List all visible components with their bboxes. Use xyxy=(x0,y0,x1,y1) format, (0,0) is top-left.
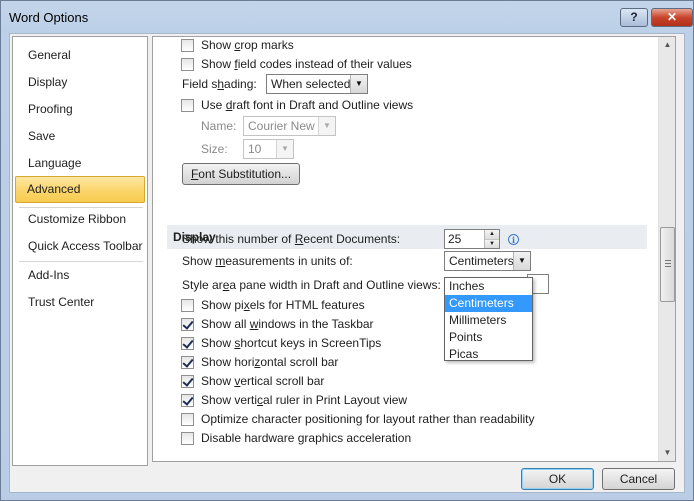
measurement-units-select[interactable]: Centimeters ▼ xyxy=(444,251,531,271)
crop-marks-checkbox[interactable] xyxy=(181,39,194,52)
measurement-units-dropdown: Inches Centimeters Millimeters Points Pi… xyxy=(444,277,533,361)
advanced-options-panel: Show crop marks Show field codes instead… xyxy=(152,36,676,462)
scrollbar-thumb[interactable] xyxy=(660,227,675,302)
info-icon: i xyxy=(508,234,519,245)
vertical-scrollbar-checkbox[interactable] xyxy=(181,375,194,388)
ok-button[interactable]: OK xyxy=(521,468,594,490)
hardware-acceleration-checkbox[interactable] xyxy=(181,432,194,445)
options-sidebar: General Display Proofing Save Language A… xyxy=(12,36,148,466)
draft-font-checkbox[interactable] xyxy=(181,99,194,112)
chevron-down-icon: ▼ xyxy=(513,252,530,270)
dropdown-option-points[interactable]: Points xyxy=(445,329,532,346)
recent-documents-spinner[interactable]: 25 ▲ ▼ xyxy=(444,229,500,249)
sidebar-item-save[interactable]: Save xyxy=(15,123,145,149)
draft-font-name-label: Name: xyxy=(201,119,237,133)
sidebar-item-language[interactable]: Language xyxy=(15,150,145,176)
horizontal-scrollbar-checkbox[interactable] xyxy=(181,356,194,369)
scroll-up-icon[interactable]: ▲ xyxy=(660,37,675,53)
draft-font-size-select: 10 ▼ xyxy=(243,139,294,159)
font-substitution-button[interactable]: Font Substitution... xyxy=(182,163,300,185)
sidebar-item-trust-center[interactable]: Trust Center xyxy=(15,289,145,315)
window-title: Word Options xyxy=(9,10,89,25)
draft-font-name-select: Courier New ▼ xyxy=(243,116,336,136)
dropdown-option-centimeters[interactable]: Centimeters xyxy=(445,295,532,312)
sidebar-item-advanced[interactable]: Advanced xyxy=(15,176,145,203)
sidebar-item-customize-ribbon[interactable]: Customize Ribbon xyxy=(15,206,145,232)
chevron-down-icon: ▼ xyxy=(318,117,335,135)
draft-font-size-label: Size: xyxy=(201,142,228,156)
spin-up-icon[interactable]: ▲ xyxy=(484,230,499,239)
dialog-client: General Display Proofing Save Language A… xyxy=(9,33,685,493)
field-shading-label: Field shading: xyxy=(182,77,257,91)
help-button[interactable]: ? xyxy=(620,8,648,27)
recent-documents-label: Show this number of Recent Documents: xyxy=(182,232,401,246)
vertical-scrollbar[interactable]: ▲ ▼ xyxy=(658,37,675,461)
dropdown-option-millimeters[interactable]: Millimeters xyxy=(445,312,532,329)
close-button[interactable]: ✕ xyxy=(651,8,693,27)
sidebar-item-quick-access-toolbar[interactable]: Quick Access Toolbar xyxy=(15,233,145,259)
title-bar: Word Options ? ✕ xyxy=(1,1,693,33)
sidebar-item-add-ins[interactable]: Add-Ins xyxy=(15,262,145,288)
sidebar-item-general[interactable]: General xyxy=(15,42,145,68)
taskbar-windows-checkbox[interactable] xyxy=(181,318,194,331)
chevron-down-icon: ▼ xyxy=(276,140,293,158)
measurement-units-label: Show measurements in units of: xyxy=(182,254,353,268)
cancel-button[interactable]: Cancel xyxy=(602,468,675,490)
sidebar-item-display[interactable]: Display xyxy=(15,69,145,95)
spin-down-icon[interactable]: ▼ xyxy=(484,239,499,248)
field-shading-select[interactable]: When selected ▼ xyxy=(266,74,368,94)
shortcut-keys-checkbox[interactable] xyxy=(181,337,194,350)
style-area-label: Style area pane width in Draft and Outli… xyxy=(182,278,441,292)
word-options-window: Word Options ? ✕ General Display Proofin… xyxy=(0,0,694,501)
dropdown-option-inches[interactable]: Inches xyxy=(445,278,532,295)
scroll-down-icon[interactable]: ▼ xyxy=(660,445,675,461)
dropdown-option-picas[interactable]: Picas xyxy=(445,346,532,363)
chevron-down-icon: ▼ xyxy=(350,75,367,93)
optimize-positioning-checkbox[interactable] xyxy=(181,413,194,426)
sidebar-item-proofing[interactable]: Proofing xyxy=(15,96,145,122)
field-codes-checkbox[interactable] xyxy=(181,58,194,71)
vertical-ruler-checkbox[interactable] xyxy=(181,394,194,407)
html-pixels-checkbox[interactable] xyxy=(181,299,194,312)
